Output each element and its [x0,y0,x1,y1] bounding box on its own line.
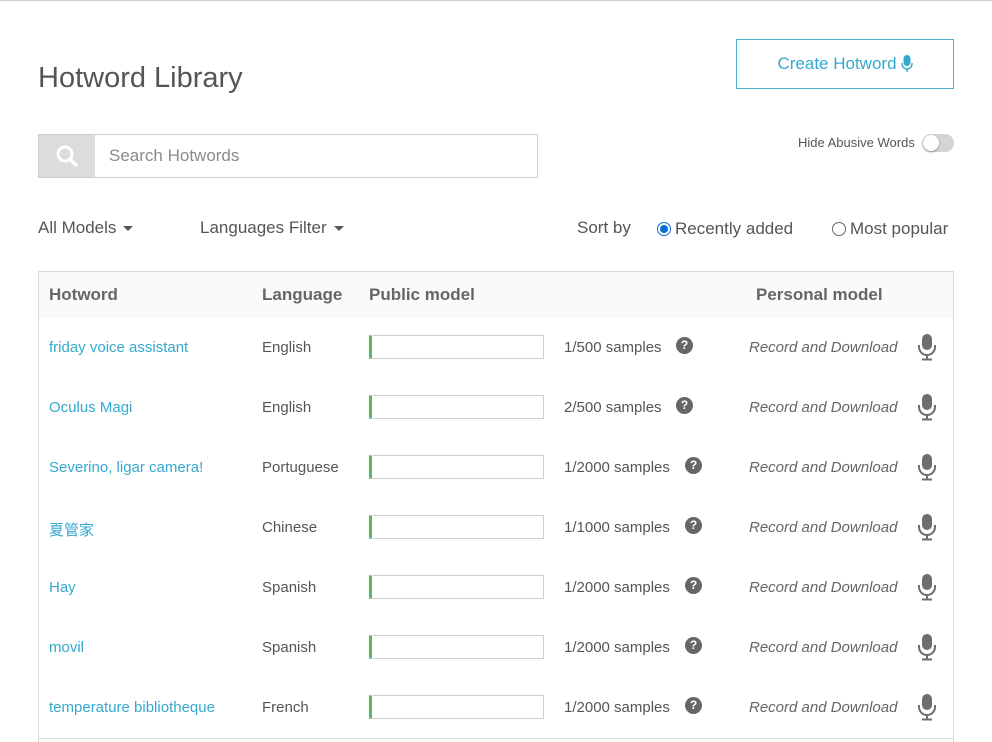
hide-abusive-toggle[interactable] [922,134,954,152]
language-cell: Portuguese [262,459,339,476]
create-hotword-button[interactable]: Create Hotword [736,39,954,89]
microphone-icon[interactable] [917,693,937,726]
record-and-download-link[interactable]: Record and Download [749,459,897,476]
header-language: Language [262,285,342,305]
hotword-link[interactable]: 夏管家 [49,519,94,540]
table-header: Hotword Language Public model Personal m… [39,272,953,319]
language-cell: French [262,699,309,716]
top-divider [0,0,992,1]
progress-fill [371,396,372,418]
help-icon[interactable]: ? [685,577,702,594]
hotword-link[interactable]: temperature bibliotheque [49,699,215,716]
help-icon[interactable]: ? [685,637,702,654]
public-model-progress-bar [369,335,544,359]
hotword-link[interactable]: Severino, ligar camera! [49,459,203,476]
radio-recently-added[interactable] [657,222,671,236]
sort-most-popular-option[interactable]: Most popular [832,219,948,239]
radio-most-popular[interactable] [832,222,846,236]
samples-count: 1/2000 samples [564,459,670,476]
language-cell: Spanish [262,639,316,656]
page-title: Hotword Library [38,62,243,95]
samples-count: 2/500 samples [564,399,662,416]
public-model-progress-bar [369,695,544,719]
hotword-table: Hotword Language Public model Personal m… [38,271,954,742]
samples-count: 1/2000 samples [564,639,670,656]
table-row: Hay Spanish 1/2000 samples? Record and Down… [39,558,953,619]
language-cell: English [262,339,311,356]
table-row: Severino, ligar camera! Portuguese 1/2000 … [39,438,953,499]
table-row: temperature bibliotheque French 1/2000 sam… [39,678,953,739]
header-public-model: Public model [369,285,475,305]
search-icon [55,144,79,168]
table-row: Oculus Magi English 2/500 samples? Record a… [39,378,953,439]
most-popular-label: Most popular [850,219,948,239]
hotword-link[interactable]: friday voice assistant [49,339,188,356]
hotword-link[interactable]: Oculus Magi [49,399,132,416]
caret-down-icon [334,226,344,231]
public-model-progress-bar [369,635,544,659]
public-model-progress-bar [369,455,544,479]
microphone-icon[interactable] [917,573,937,606]
search-bar [38,134,538,178]
public-model-progress-bar [369,515,544,539]
languages-filter-dropdown[interactable]: Languages Filter [200,218,344,238]
hotword-link[interactable]: Hay [49,579,76,596]
table-row: movil Spanish 1/2000 samples? Record and Do… [39,618,953,679]
help-icon[interactable]: ? [676,397,693,414]
header-personal-model: Personal model [756,285,883,305]
language-cell: Spanish [262,579,316,596]
samples-count: 1/1000 samples [564,519,670,536]
help-icon[interactable]: ? [685,697,702,714]
language-cell: English [262,399,311,416]
hide-abusive-label: Hide Abusive Words [798,135,915,150]
all-models-label: All Models [38,218,116,238]
microphone-icon [901,55,913,73]
record-and-download-link[interactable]: Record and Download [749,399,897,416]
create-hotword-label: Create Hotword [777,54,896,74]
samples-count: 1/2000 samples [564,699,670,716]
samples-count: 1/500 samples [564,339,662,356]
microphone-icon[interactable] [917,633,937,666]
sort-recently-added-option[interactable]: Recently added [657,219,793,239]
recently-added-label: Recently added [675,219,793,239]
help-icon[interactable]: ? [685,457,702,474]
search-input[interactable] [95,135,537,177]
microphone-icon[interactable] [917,393,937,426]
microphone-icon[interactable] [917,513,937,546]
record-and-download-link[interactable]: Record and Download [749,699,897,716]
table-row: friday voice assistant English 1/500 sampl… [39,318,953,379]
microphone-icon[interactable] [917,333,937,366]
sort-by-label: Sort by [577,218,631,238]
samples-count: 1/2000 samples [564,579,670,596]
public-model-progress-bar [369,575,544,599]
hotword-link[interactable]: movil [49,639,84,656]
table-row: 夏管家 Chinese 1/1000 samples? Record and Down… [39,498,953,559]
all-models-dropdown[interactable]: All Models [38,218,133,238]
record-and-download-link[interactable]: Record and Download [749,579,897,596]
toggle-knob [923,135,939,151]
search-button[interactable] [39,135,95,177]
language-cell: Chinese [262,519,317,536]
header-hotword: Hotword [49,285,118,305]
help-icon[interactable]: ? [685,517,702,534]
record-and-download-link[interactable]: Record and Download [749,639,897,656]
caret-down-icon [123,226,133,231]
record-and-download-link[interactable]: Record and Download [749,519,897,536]
public-model-progress-bar [369,395,544,419]
record-and-download-link[interactable]: Record and Download [749,339,897,356]
help-icon[interactable]: ? [676,337,693,354]
microphone-icon[interactable] [917,453,937,486]
languages-filter-label: Languages Filter [200,218,327,238]
